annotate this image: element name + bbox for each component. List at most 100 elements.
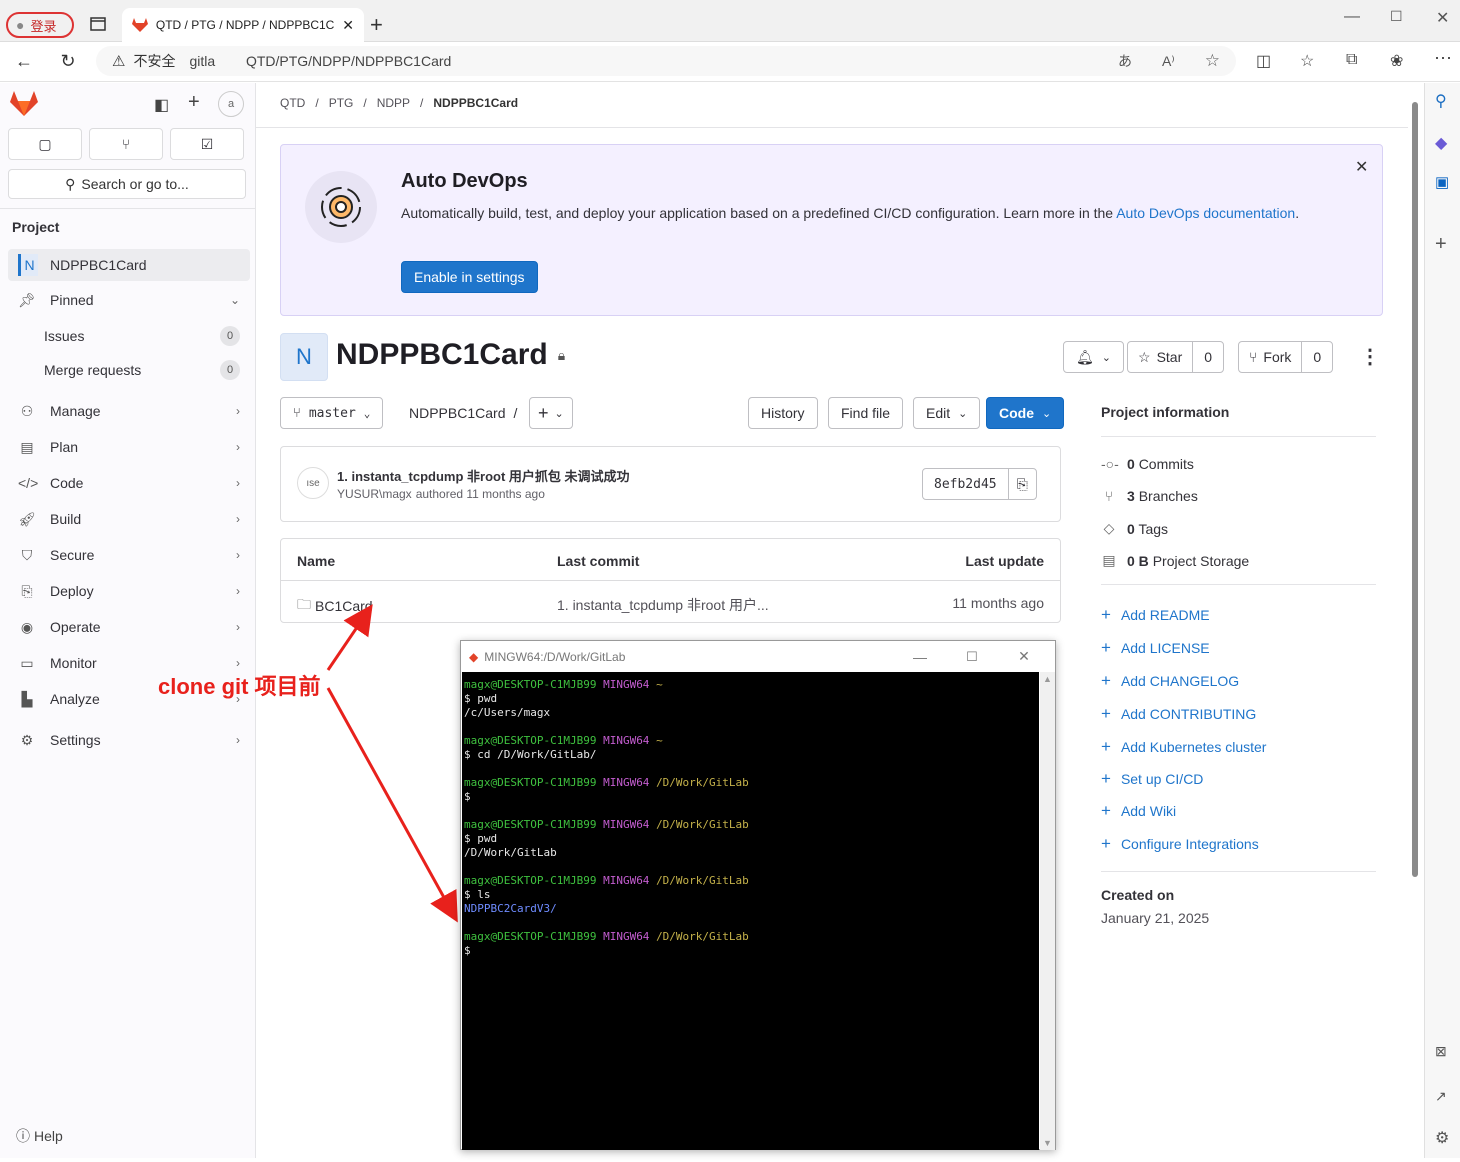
- sidebar-item-pinned[interactable]: 📌︎ Pinned ⌄: [8, 284, 250, 316]
- issues-shortcut-button[interactable]: ▢: [8, 128, 82, 160]
- tags-stat[interactable]: ◇ 0 Tags: [1101, 520, 1168, 537]
- file-name-cell[interactable]: 🗀︎ BC1Card: [297, 594, 373, 618]
- commit-icon: -○-: [1101, 456, 1119, 472]
- merge-requests-shortcut-button[interactable]: ⑂: [89, 128, 163, 160]
- table-row[interactable]: 🗀︎ BC1Card 1. instanta_tcpdump 非root 用户.…: [281, 582, 1060, 622]
- sidebar-item-code[interactable]: </> Code ›: [8, 467, 250, 499]
- tab-actions-icon[interactable]: [88, 14, 108, 34]
- split-screen-icon[interactable]: ◫: [1256, 51, 1271, 71]
- close-tab-icon[interactable]: ✕: [342, 17, 354, 34]
- star-count[interactable]: 0: [1193, 349, 1223, 365]
- terminal-window[interactable]: ◆ MINGW64:/D/Work/GitLab — ☐ ✕ magx@DESK…: [460, 640, 1056, 1150]
- copilot-icon[interactable]: ◆: [1435, 133, 1447, 153]
- code-dropdown[interactable]: Code ⌄: [986, 397, 1065, 429]
- copy-icon[interactable]: ⎘: [1009, 476, 1036, 493]
- sidebar-item-operate[interactable]: ◉ Operate ›: [8, 611, 250, 643]
- sidebar-item-issues[interactable]: Issues 0: [8, 320, 250, 352]
- translate-icon[interactable]: あ: [1118, 51, 1132, 71]
- storage-stat[interactable]: ▤ 0 B Project Storage: [1101, 552, 1249, 569]
- fork-count[interactable]: 0: [1302, 349, 1332, 365]
- terminal-titlebar[interactable]: ◆ MINGW64:/D/Work/GitLab — ☐ ✕: [461, 641, 1055, 672]
- branches-stat[interactable]: ⑂ 3 Branches: [1101, 488, 1198, 504]
- avatar[interactable]: a: [218, 91, 244, 117]
- breadcrumb-item-current[interactable]: NDPPBC1Card: [433, 96, 518, 110]
- url-bar[interactable]: ⚠ 不安全 gitla QTD/PTG/NDPP/NDPPBC1Card あ A…: [96, 46, 1236, 76]
- search-input[interactable]: ⚲ Search or go to...: [8, 169, 246, 199]
- new-tab-icon[interactable]: +: [370, 12, 383, 38]
- more-actions-icon[interactable]: ⋮: [1360, 344, 1380, 369]
- maximize-icon[interactable]: ☐: [1390, 8, 1403, 25]
- add-contributing-link[interactable]: + Add CONTRIBUTING: [1101, 704, 1256, 724]
- profile-button[interactable]: ● 登录: [6, 12, 74, 38]
- add-changelog-link[interactable]: + Add CHANGELOG: [1101, 671, 1239, 691]
- more-menu-icon[interactable]: ⋯: [1434, 48, 1452, 69]
- enable-in-settings-button[interactable]: Enable in settings: [401, 261, 538, 293]
- read-aloud-icon[interactable]: A⁾: [1162, 53, 1175, 70]
- fork-button[interactable]: ⑂ Fork: [1239, 342, 1303, 372]
- sidebar-project-item[interactable]: N NDPPBC1Card: [8, 249, 250, 281]
- open-external-icon[interactable]: ↗: [1435, 1088, 1447, 1105]
- extensions-icon[interactable]: ❀: [1390, 51, 1403, 71]
- find-file-button[interactable]: Find file: [828, 397, 904, 429]
- scrollbar-thumb[interactable]: [1412, 102, 1418, 877]
- commits-stat[interactable]: -○- 0 Commits: [1101, 456, 1194, 472]
- auto-devops-link[interactable]: Auto DevOps: [1116, 205, 1199, 221]
- branch-selector[interactable]: ⑂ master ⌄: [280, 397, 384, 429]
- sidebar-item-settings[interactable]: ⚙ Settings ›: [8, 724, 250, 756]
- sidebar-item-build[interactable]: 🚀︎ Build ›: [8, 503, 250, 535]
- browser-tab[interactable]: QTD / PTG / NDPP / NDPPBC1Ca ✕: [122, 8, 364, 42]
- help-button[interactable]: ⓘ Help: [16, 1126, 63, 1146]
- add-wiki-link[interactable]: + Add Wiki: [1101, 801, 1176, 821]
- collapse-sidebar-icon[interactable]: ◧: [154, 95, 169, 115]
- reload-icon[interactable]: ↻: [52, 45, 84, 77]
- create-new-icon[interactable]: +: [188, 91, 200, 114]
- commit-author[interactable]: YUSUR\magx: [337, 487, 412, 501]
- favorite-star-icon[interactable]: ☆: [1205, 51, 1220, 71]
- star-button[interactable]: ☆ Star: [1128, 342, 1194, 372]
- add-readme-link[interactable]: + Add README: [1101, 605, 1210, 625]
- screenshot-icon[interactable]: ⊠: [1435, 1043, 1447, 1060]
- add-sidebar-app-icon[interactable]: +: [1435, 233, 1447, 256]
- notifications-dropdown[interactable]: 🔔︎ ⌄: [1063, 341, 1124, 373]
- sidebar-item-plan[interactable]: ▤ Plan ›: [8, 431, 250, 463]
- sidebar-item-secure[interactable]: ⛉ Secure ›: [8, 539, 250, 571]
- gitlab-logo-icon[interactable]: [10, 91, 38, 117]
- edit-dropdown[interactable]: Edit ⌄: [913, 397, 981, 429]
- breadcrumb-item[interactable]: PTG: [329, 96, 354, 110]
- breadcrumb-item[interactable]: NDPP: [377, 96, 410, 110]
- sidebar-item-deploy[interactable]: ⎘ Deploy ›: [8, 575, 250, 607]
- commit-message[interactable]: 1. instanta_tcpdump 非root 用户抓包 未调试成功: [337, 466, 630, 485]
- file-last-commit[interactable]: 1. instanta_tcpdump 非root 用户...: [557, 595, 769, 615]
- minimize-icon[interactable]: —: [897, 649, 943, 665]
- add-license-link[interactable]: + Add LICENSE: [1101, 638, 1210, 658]
- close-window-icon[interactable]: ✕: [1436, 8, 1449, 28]
- add-kubernetes-link[interactable]: + Add Kubernetes cluster: [1101, 737, 1266, 757]
- configure-integrations-link[interactable]: + Configure Integrations: [1101, 834, 1259, 854]
- collections-icon[interactable]: ⧉: [1346, 51, 1357, 69]
- maximize-icon[interactable]: ☐: [949, 649, 995, 665]
- terminal-output[interactable]: magx@DESKTOP-C1MJB99 MINGW64 ~ $ pwd/c/Us…: [462, 672, 1039, 1150]
- repo-path-name[interactable]: NDPPBC1Card: [409, 405, 505, 421]
- outlook-icon[interactable]: ▣: [1435, 173, 1449, 191]
- file-name[interactable]: BC1Card: [315, 598, 373, 614]
- history-button[interactable]: History: [748, 397, 818, 429]
- add-to-tree-dropdown[interactable]: + ⌄: [529, 397, 573, 429]
- documentation-link[interactable]: documentation: [1203, 205, 1295, 221]
- terminal-scrollbar[interactable]: ▲ ▼: [1040, 672, 1055, 1150]
- sidebar-item-manage[interactable]: ⚇ Manage ›: [8, 395, 250, 427]
- minimize-icon[interactable]: —: [1344, 8, 1360, 26]
- sidebar-item-merge-requests[interactable]: Merge requests 0: [8, 354, 250, 386]
- setup-cicd-link[interactable]: + Set up CI/CD: [1101, 769, 1203, 789]
- breadcrumb-item[interactable]: QTD: [280, 96, 305, 110]
- todos-shortcut-button[interactable]: ☑: [170, 128, 244, 160]
- file-table: Name Last commit Last update 🗀︎ BC1Card …: [280, 538, 1061, 623]
- close-window-icon[interactable]: ✕: [1001, 648, 1047, 665]
- commit-sha[interactable]: 8efb2d45: [923, 469, 1009, 499]
- favorites-icon[interactable]: ☆: [1300, 51, 1314, 71]
- back-icon[interactable]: ←: [8, 45, 40, 77]
- close-icon[interactable]: ✕: [1355, 157, 1368, 177]
- search-icon[interactable]: ⚲: [1435, 91, 1447, 111]
- gear-icon[interactable]: ⚙: [1435, 1128, 1449, 1148]
- page-scrollbar[interactable]: [1408, 88, 1422, 1150]
- code-label: Code: [999, 405, 1034, 421]
